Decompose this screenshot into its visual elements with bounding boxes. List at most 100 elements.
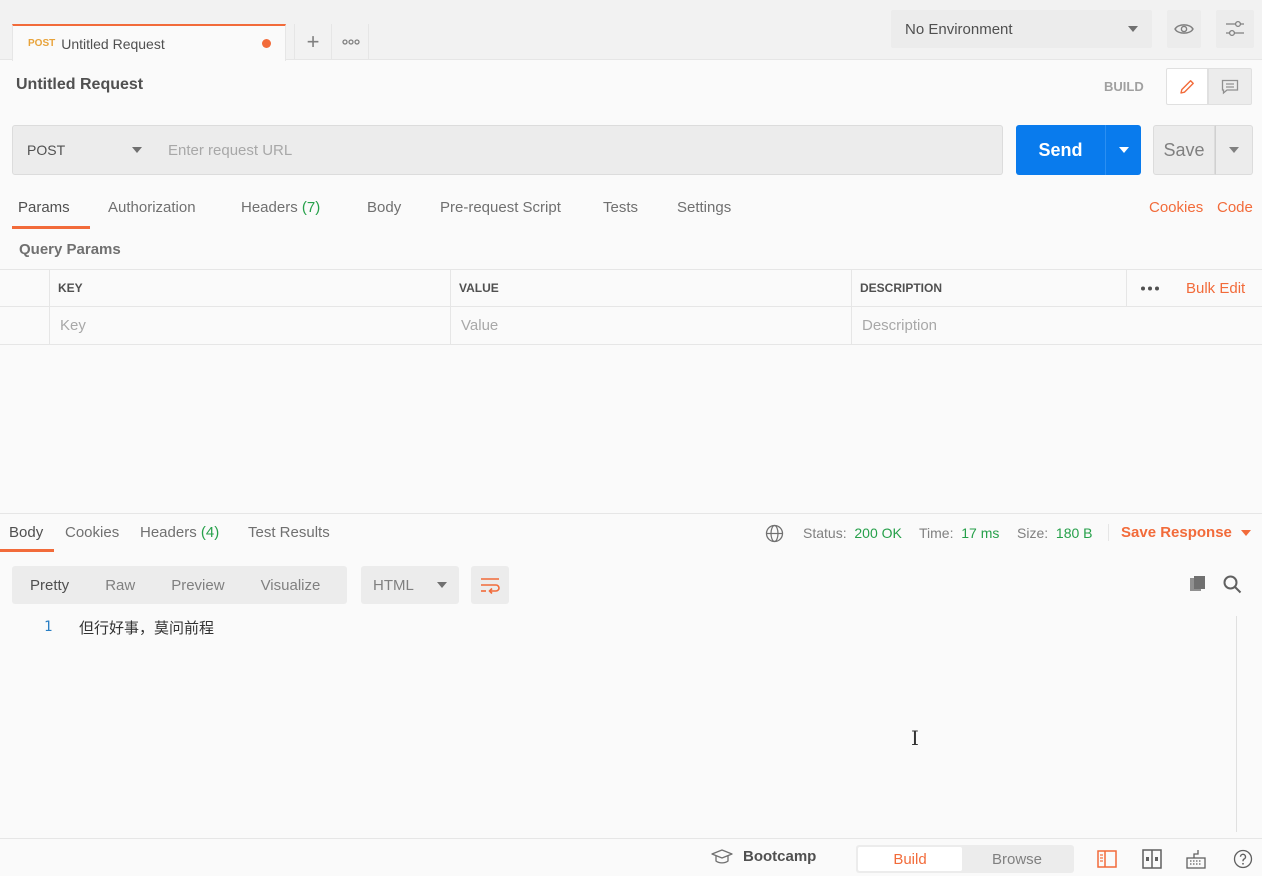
- edit-mode-button[interactable]: [1166, 68, 1208, 105]
- browse-label: Browse: [991, 850, 1043, 868]
- tab-body[interactable]: Body: [367, 199, 401, 216]
- help-button[interactable]: [1232, 848, 1254, 870]
- save-response-label: Save Response: [1121, 524, 1232, 541]
- more-icon: [341, 39, 360, 45]
- save-button[interactable]: Save: [1153, 125, 1215, 175]
- cookies-link[interactable]: Cookies: [1149, 199, 1203, 216]
- key-input[interactable]: Key: [49, 307, 450, 344]
- view-raw-button[interactable]: Raw: [87, 566, 153, 604]
- response-tab-headers[interactable]: Headers (4): [140, 524, 219, 541]
- send-options-button[interactable]: [1105, 125, 1141, 175]
- plus-icon: +: [306, 29, 320, 54]
- caret-down-icon: [1118, 147, 1129, 153]
- environment-selected: No Environment: [905, 20, 1013, 38]
- bulk-edit-link[interactable]: Bulk Edit: [1172, 270, 1262, 306]
- caret-down-icon: [1128, 26, 1138, 32]
- globe-icon[interactable]: [765, 524, 784, 543]
- search-button[interactable]: [1220, 572, 1244, 596]
- response-tab-headers-count: (4): [200, 524, 220, 541]
- code-link[interactable]: Code: [1217, 199, 1253, 216]
- value-input[interactable]: Value: [450, 307, 851, 344]
- url-input[interactable]: [156, 125, 1003, 175]
- tab-tests[interactable]: Tests: [603, 199, 638, 216]
- save-options-button[interactable]: [1215, 125, 1253, 175]
- graduation-cap-icon: [711, 848, 733, 864]
- request-name[interactable]: Untitled Request: [16, 76, 143, 94]
- sliders-icon: [1226, 20, 1244, 37]
- response-body-text: 但行好事，莫问前程: [79, 619, 215, 637]
- save-response-button[interactable]: Save Response: [1108, 524, 1251, 541]
- query-params-title: Query Params: [19, 241, 121, 258]
- response-size[interactable]: Size: 180 B: [1017, 525, 1093, 541]
- save-label: Save: [1163, 139, 1205, 160]
- description-input[interactable]: Description: [851, 307, 1262, 344]
- pencil-icon: [1180, 79, 1194, 94]
- environment-select[interactable]: No Environment: [891, 10, 1152, 48]
- copy-icon: [1190, 576, 1205, 591]
- tab-title: Untitled Request: [61, 35, 165, 52]
- response-status[interactable]: Status: 200 OK: [803, 525, 902, 541]
- copy-button[interactable]: [1186, 572, 1210, 596]
- column-options-button[interactable]: [1126, 270, 1172, 306]
- tab-params[interactable]: Params: [18, 199, 70, 216]
- tab-pre-request-script[interactable]: Pre-request Script: [440, 199, 561, 216]
- scrollbar[interactable]: [1236, 616, 1252, 832]
- send-button[interactable]: Send: [1016, 125, 1105, 175]
- response-divider: [0, 513, 1262, 514]
- time-value: 17 ms: [961, 525, 1000, 541]
- environment-quick-look-button[interactable]: [1167, 10, 1201, 48]
- eye-icon: [1174, 24, 1194, 34]
- caret-down-icon: [437, 582, 447, 588]
- column-header-key: KEY: [49, 270, 450, 306]
- method-select[interactable]: POST: [12, 125, 157, 175]
- keyboard-shortcuts-button[interactable]: [1185, 848, 1207, 870]
- view-preview-button[interactable]: Preview: [153, 566, 242, 604]
- comment-icon: [1221, 79, 1239, 94]
- wrap-lines-button[interactable]: [471, 566, 509, 604]
- response-body-editor[interactable]: [0, 614, 1238, 834]
- search-icon: [1223, 575, 1241, 593]
- two-pane-icon: [1142, 849, 1162, 869]
- build-mode-button[interactable]: Build: [858, 847, 962, 871]
- table-header-row: KEY VALUE DESCRIPTION Bulk Edit: [0, 269, 1262, 307]
- caret-down-icon: [1240, 529, 1251, 536]
- size-value: 180 B: [1055, 525, 1093, 541]
- view-visualize-button[interactable]: Visualize: [243, 566, 339, 604]
- tab-headers-label: Headers: [241, 199, 298, 216]
- params-table: KEY VALUE DESCRIPTION Bulk Edit Key Valu…: [0, 269, 1262, 345]
- method-selected: POST: [27, 142, 66, 158]
- tab-authorization[interactable]: Authorization: [108, 199, 196, 216]
- caret-down-icon: [1229, 147, 1239, 153]
- column-header-value: VALUE: [450, 270, 851, 306]
- unsaved-dot-icon: [262, 39, 271, 48]
- request-tab[interactable]: POST Untitled Request: [12, 24, 286, 61]
- response-tab-body[interactable]: Body: [9, 524, 43, 541]
- view-pretty-button[interactable]: Pretty: [12, 566, 87, 604]
- tab-settings[interactable]: Settings: [677, 199, 731, 216]
- send-label: Send: [1038, 139, 1083, 160]
- manage-environments-button[interactable]: [1216, 10, 1254, 48]
- two-pane-view-button[interactable]: [1141, 848, 1163, 870]
- response-tab-cookies[interactable]: Cookies: [65, 524, 119, 541]
- tab-options-button[interactable]: [333, 24, 369, 60]
- format-select[interactable]: HTML: [361, 566, 459, 604]
- sidebar-icon: [1097, 850, 1117, 868]
- text-cursor-icon: I: [911, 726, 919, 750]
- toggle-sidebar-button[interactable]: [1096, 848, 1118, 870]
- response-time[interactable]: Time: 17 ms: [919, 525, 999, 541]
- response-tab-test-results[interactable]: Test Results: [248, 524, 330, 541]
- time-label: Time:: [919, 525, 954, 541]
- tab-method-badge: POST: [28, 38, 56, 49]
- table-row: Key Value Description: [0, 307, 1262, 345]
- tab-headers[interactable]: Headers (7): [241, 199, 320, 216]
- comments-button[interactable]: [1208, 68, 1252, 105]
- bootcamp-button[interactable]: Bootcamp: [711, 848, 816, 865]
- browse-mode-button[interactable]: Browse: [964, 847, 1070, 871]
- caret-down-icon: [132, 147, 142, 153]
- more-icon: [1140, 286, 1159, 290]
- new-tab-button[interactable]: +: [294, 24, 332, 60]
- keyboard-icon: [1186, 850, 1206, 869]
- wrap-icon: [481, 578, 500, 594]
- tab-headers-count: (7): [301, 199, 321, 216]
- bootcamp-label: Bootcamp: [743, 848, 817, 865]
